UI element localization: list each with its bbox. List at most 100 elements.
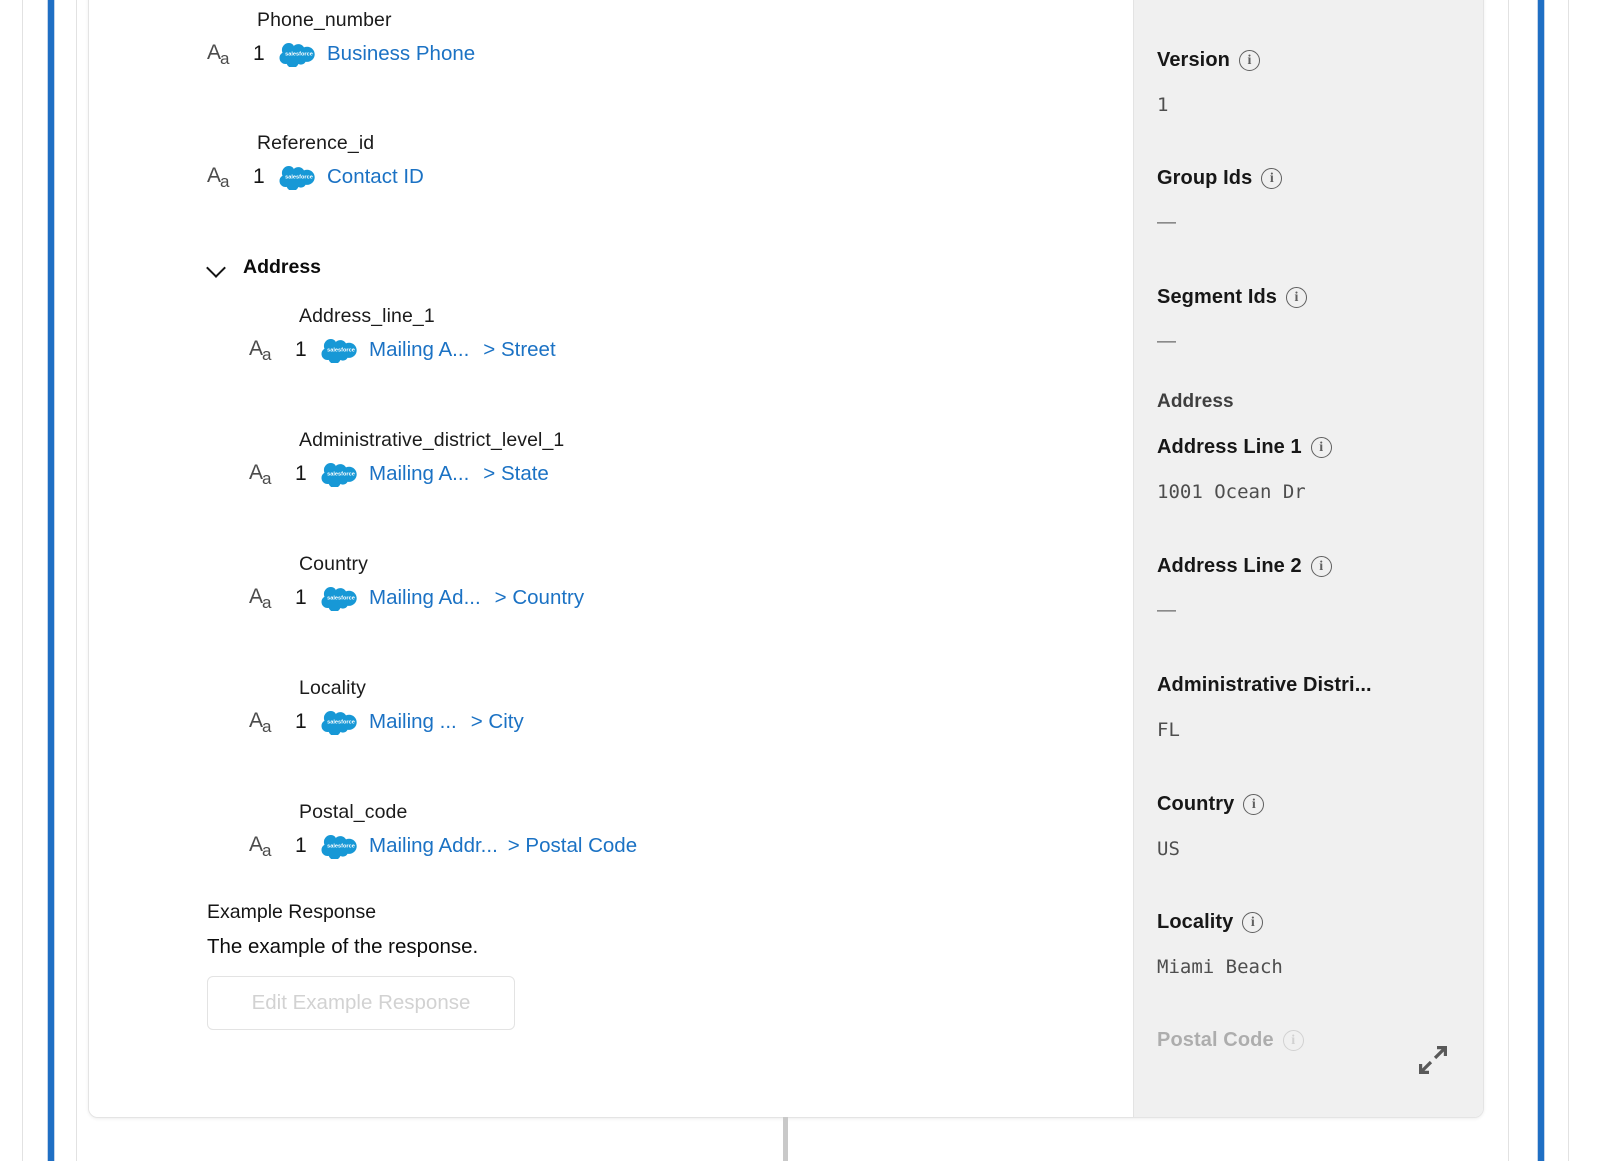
field-name-label: Administrative_district_level_1 [299,429,565,451]
salesforce-icon: salesforce [321,337,361,363]
source-subfield-link[interactable]: > Postal Code [508,834,637,858]
field-block-locality: Locality Aa 1 salesforce Mailing ... > C… [119,677,1163,735]
detail-field-administrative-district: Administrative Distri... FL [1157,674,1372,741]
detail-label: Group Ids i [1157,167,1283,190]
detail-value: — [1157,600,1176,621]
chevron-down-icon[interactable] [207,258,227,278]
source-field-link[interactable]: Mailing Ad... [369,586,481,610]
text-type-icon: Aa [207,163,230,191]
mapping-row[interactable]: Aa 1 salesforce Mailing Addr... > Postal… [249,833,1163,859]
source-field-link[interactable]: Mailing A... [369,338,469,362]
page-rail-left [48,0,54,1161]
info-icon[interactable]: i [1282,1030,1304,1051]
detail-value: US [1157,838,1180,860]
field-block-country: Country Aa 1 salesforce Mailing Ad... > … [119,553,1163,611]
source-subfield-link[interactable]: > Street [483,338,555,362]
detail-label: Version i [1157,49,1260,72]
svg-text:salesforce: salesforce [327,472,355,478]
detail-field-segment-ids: Segment Ids i — [1157,286,1308,353]
salesforce-icon: salesforce [321,585,361,611]
info-icon[interactable]: i [1310,437,1332,458]
salesforce-icon: salesforce [321,709,361,735]
mapping-card: Phone_number Aa 1 salesforce Business Ph… [88,0,1484,1118]
field-block-address-line-1: Address_line_1 Aa 1 salesforce Mailing A… [119,305,1163,363]
svg-text:salesforce: salesforce [285,175,313,181]
field-block-phone-number: Phone_number Aa 1 salesforce Business Ph… [119,9,1163,67]
salesforce-icon: salesforce [321,833,361,859]
detail-value: FL [1157,719,1180,741]
detail-label: Segment Ids i [1157,286,1308,309]
svg-text:salesforce: salesforce [327,348,355,354]
card-resize-handle[interactable] [783,1117,788,1161]
detail-section-address: Address [1157,391,1234,412]
salesforce-icon: salesforce [279,41,319,67]
group-header-label: Address [243,256,322,278]
field-block-postal-code: Postal_code Aa 1 salesforce Mailing Addr… [119,801,1163,859]
mapping-count: 1 [295,834,307,857]
svg-text:salesforce: salesforce [327,720,355,726]
source-field-link[interactable]: Mailing A... [369,462,469,486]
source-field-link[interactable]: Mailing Addr... [369,834,498,858]
field-name-label: Country [299,553,368,575]
expand-diagonal-icon[interactable] [1418,1045,1448,1075]
page-gutter-line-right [1568,0,1569,1161]
info-icon[interactable]: i [1310,556,1332,577]
field-name-label: Phone_number [257,9,392,31]
source-subfield-link[interactable]: > Country [495,586,584,610]
page-inner-line-right [1508,0,1509,1161]
mapping-row[interactable]: Aa 1 salesforce Mailing A... > State [249,461,1163,487]
field-mapping-pane: Phone_number Aa 1 salesforce Business Ph… [89,0,1133,1117]
source-field-link[interactable]: Mailing ... [369,710,457,734]
detail-value: 1 [1157,94,1169,116]
text-type-icon: Aa [207,40,230,68]
mapping-count: 1 [295,462,307,485]
detail-value: — [1157,331,1176,352]
source-field-link[interactable]: Contact ID [327,165,424,189]
text-type-icon: Aa [249,336,272,364]
detail-label-text: Country [1157,793,1235,815]
salesforce-icon: salesforce [279,164,319,190]
detail-field-address-line-2: Address Line 2 i — [1157,555,1332,622]
detail-label-text: Locality [1157,911,1234,933]
detail-label: Country i [1157,793,1265,816]
info-icon[interactable]: i [1261,168,1283,189]
example-response-title: Example Response [207,901,377,923]
page-rail-right [1538,0,1544,1161]
field-name-label: Address_line_1 [299,305,435,327]
page-gutter-line-left [22,0,23,1161]
field-block-reference-id: Reference_id Aa 1 salesforce Contact ID [119,132,1163,190]
detail-field-postal-code: Postal Code i [1157,1029,1304,1052]
detail-field-version: Version i 1 [1157,49,1260,116]
detail-label: Address Line 2 i [1157,555,1332,578]
info-icon[interactable]: i [1243,794,1265,815]
detail-label: Postal Code i [1157,1029,1304,1052]
detail-label: Address Line 1 i [1157,436,1332,459]
mapping-row[interactable]: Aa 1 salesforce Business Phone [207,41,1163,67]
mapping-row[interactable]: Aa 1 salesforce Contact ID [207,164,1163,190]
mapping-count: 1 [253,42,265,65]
svg-text:salesforce: salesforce [285,52,313,58]
info-icon[interactable]: i [1238,50,1260,71]
detail-label-text: Version [1157,49,1230,71]
svg-text:salesforce: salesforce [327,596,355,602]
mapping-row[interactable]: Aa 1 salesforce Mailing ... > City [249,709,1163,735]
source-subfield-link[interactable]: > State [483,462,549,486]
info-icon[interactable]: i [1242,912,1264,933]
mapping-count: 1 [253,165,265,188]
mapping-row[interactable]: Aa 1 salesforce Mailing Ad... > Country [249,585,1163,611]
mapping-count: 1 [295,338,307,361]
example-response-section: Example Response The example of the resp… [207,901,907,1030]
detail-value: — [1157,212,1176,233]
group-header-address[interactable]: Address [207,256,321,279]
info-icon[interactable]: i [1286,287,1308,308]
mapping-row[interactable]: Aa 1 salesforce Mailing A... > Street [249,337,1163,363]
detail-label-text: Group Ids [1157,167,1253,189]
source-subfield-link[interactable]: > City [471,710,524,734]
text-type-icon: Aa [249,832,272,860]
edit-example-response-button[interactable]: Edit Example Response [207,976,515,1030]
detail-field-country: Country i US [1157,793,1265,860]
detail-field-address-line-1: Address Line 1 i 1001 Ocean Dr [1157,436,1332,503]
source-field-link[interactable]: Business Phone [327,42,475,66]
detail-field-locality: Locality i Miami Beach [1157,911,1283,978]
detail-label-text: Administrative Distri... [1157,674,1372,696]
